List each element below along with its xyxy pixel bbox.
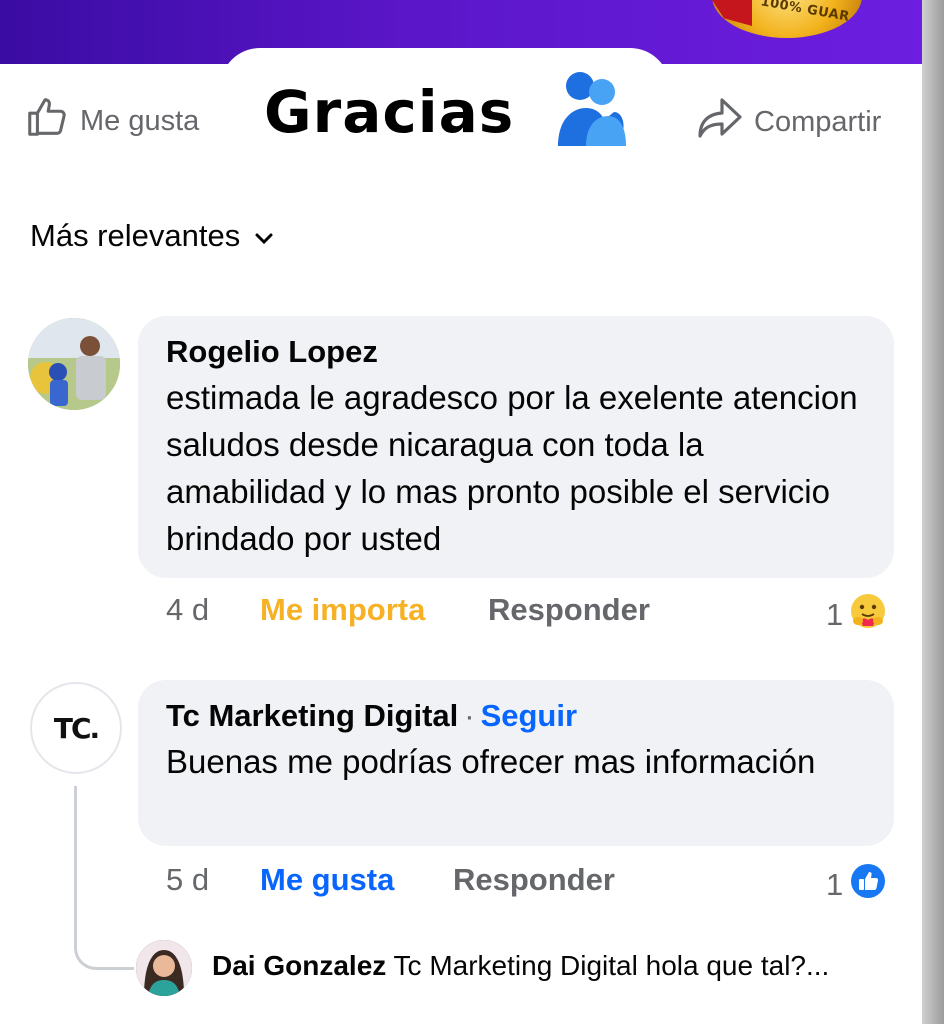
comment-time[interactable]: 5 d [166, 862, 260, 898]
follow-button[interactable]: Seguir [481, 698, 577, 733]
comment-bubble: Tc Marketing Digital · Seguir Buenas me po… [138, 680, 894, 846]
reply-button[interactable]: Responder [488, 592, 650, 628]
thumbs-up-icon [24, 94, 70, 148]
post-title-overlay: Gracias [264, 78, 515, 146]
share-arrow-icon [696, 96, 744, 148]
comment-actions: 5 d Me gusta Responder [166, 862, 615, 898]
share-button[interactable]: Compartir [696, 96, 881, 148]
comment-sort-dropdown[interactable]: Más relevantes [30, 218, 274, 254]
avatar[interactable] [136, 940, 192, 996]
avatar[interactable]: TC. [30, 682, 122, 774]
comment-bubble: Rogelio Lopez estimada le agradesco por … [138, 316, 894, 578]
chevron-down-icon [254, 218, 274, 254]
comment-time[interactable]: 4 d [166, 592, 260, 628]
reaction-count[interactable]: 1 [826, 862, 887, 908]
sort-label: Más relevantes [30, 218, 241, 253]
comment-header: Tc Marketing Digital · Seguir [166, 698, 866, 734]
reaction-count-number: 1 [826, 867, 844, 902]
right-edge-bar [922, 0, 944, 1024]
reaction-count-number: 1 [826, 597, 844, 632]
like-button[interactable]: Me gusta [24, 94, 199, 148]
comment-author[interactable]: Rogelio Lopez [166, 334, 866, 370]
hugging-people-icon [552, 68, 628, 146]
share-label: Compartir [754, 105, 882, 138]
like-label: Me gusta [80, 104, 200, 137]
comment-text: Buenas me podrías ofrecer mas informació… [166, 743, 816, 780]
reaction-button[interactable]: Me importa [260, 592, 488, 628]
reply-text: Tc Marketing Digital hola que tal?... [393, 950, 830, 981]
comment-text: estimada le agradesco por la exelente at… [166, 379, 858, 557]
avatar[interactable] [28, 318, 120, 410]
reply-author[interactable]: Dai Gonzalez [212, 950, 386, 981]
reaction-button[interactable]: Me gusta [260, 862, 453, 898]
separator-dot: · [464, 698, 475, 733]
comment-author[interactable]: Tc Marketing Digital [166, 698, 458, 733]
reaction-count[interactable]: 1 [826, 592, 887, 638]
comment-actions: 4 d Me importa Responder [166, 592, 650, 628]
avatar-logo-text: TC. [53, 711, 100, 745]
reply-preview[interactable]: Dai Gonzalez Tc Marketing Digital hola q… [212, 950, 829, 982]
reply-button[interactable]: Responder [453, 862, 615, 898]
care-emoji-icon [849, 592, 887, 638]
like-reaction-icon [849, 862, 887, 908]
thread-connector [74, 786, 134, 970]
